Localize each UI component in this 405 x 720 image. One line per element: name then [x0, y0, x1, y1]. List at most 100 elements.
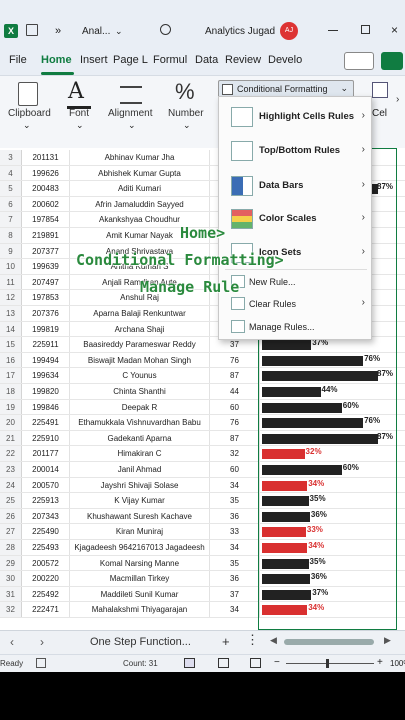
cell-id[interactable]: 225491: [22, 415, 70, 430]
row-header[interactable]: 21: [0, 430, 22, 446]
sheet-tab[interactable]: One Step Function...: [90, 636, 191, 648]
cell-score[interactable]: 44: [210, 384, 260, 399]
menu-clear-rules[interactable]: Clear Rules ›: [219, 293, 373, 315]
row-header[interactable]: 11: [0, 274, 22, 290]
cell-name[interactable]: Aditi Kumari: [70, 181, 210, 196]
menu-developer[interactable]: Develo: [268, 54, 302, 66]
page-break-view-icon[interactable]: [250, 658, 261, 668]
table-row[interactable]: 27 225490 Kiran Muniraj 33 33%: [0, 524, 405, 540]
cell-data-bar[interactable]: 87%: [260, 368, 397, 383]
cell-name[interactable]: Abhishek Kumar Gupta: [70, 165, 210, 181]
row-header[interactable]: 6: [0, 196, 22, 212]
zoom-slider-thumb[interactable]: [326, 659, 329, 668]
cell-data-bar[interactable]: 76%: [260, 415, 397, 430]
cell-id[interactable]: 201177: [22, 446, 70, 461]
menu-file[interactable]: File: [9, 54, 27, 66]
menu-home[interactable]: Home: [41, 54, 72, 66]
menu-page-layout[interactable]: Page L: [113, 54, 148, 66]
cell-data-bar[interactable]: 36%: [260, 508, 397, 524]
file-name[interactable]: Anal...: [82, 26, 110, 37]
minimize-icon[interactable]: [328, 30, 338, 31]
cells-icon[interactable]: [372, 82, 388, 98]
cell-score[interactable]: 34: [210, 540, 260, 555]
cell-id[interactable]: 199634: [22, 368, 70, 383]
table-row[interactable]: 31 225492 Maddileti Sunil Kumar 37 37%: [0, 586, 405, 603]
cell-name[interactable]: Janil Ahmad: [70, 462, 210, 477]
cell-id[interactable]: 225490: [22, 524, 70, 539]
cell-score[interactable]: 36: [210, 571, 260, 586]
share-icon[interactable]: [381, 52, 403, 70]
cell-id[interactable]: 219891: [22, 228, 70, 243]
cell-id[interactable]: 199639: [22, 259, 70, 274]
cell-name[interactable]: Afrin Jamaluddin Sayyed: [70, 196, 210, 212]
row-header[interactable]: 24: [0, 477, 22, 493]
avatar[interactable]: AJ: [280, 22, 298, 40]
cell-data-bar[interactable]: 35%: [260, 555, 397, 571]
cell-name[interactable]: Chinta Shanthi: [70, 384, 210, 399]
table-row[interactable]: 23 200014 Janil Ahmad 60 60%: [0, 462, 405, 478]
cell-score[interactable]: 33: [210, 524, 260, 539]
cell-score[interactable]: 76: [210, 415, 260, 430]
cell-id[interactable]: 200014: [22, 462, 70, 477]
cell-id[interactable]: 199494: [22, 352, 70, 368]
cell-score[interactable]: 35: [210, 493, 260, 508]
row-header[interactable]: 26: [0, 508, 22, 524]
row-header[interactable]: 10: [0, 259, 22, 274]
table-row[interactable]: 32 222471 Mahalakshmi Thiyagarajan 34 34%: [0, 602, 405, 618]
horizontal-scrollbar[interactable]: [284, 639, 374, 645]
cell-id[interactable]: 200483: [22, 181, 70, 196]
cell-id[interactable]: 222471: [22, 602, 70, 617]
cell-id[interactable]: 199846: [22, 399, 70, 415]
cell-name[interactable]: Aparna Balaji Renkuntwar: [70, 306, 210, 321]
cell-id[interactable]: 200572: [22, 555, 70, 571]
cell-score[interactable]: 87: [210, 430, 260, 446]
row-header[interactable]: 14: [0, 321, 22, 337]
cell-name[interactable]: Himakiran C: [70, 446, 210, 461]
cell-name[interactable]: Kiran Muniraj: [70, 524, 210, 539]
table-row[interactable]: 22 201177 Himakiran C 32 32%: [0, 446, 405, 462]
cell-name[interactable]: Macmillan Tirkey: [70, 571, 210, 586]
chevron-down-icon[interactable]: ⌄: [76, 120, 84, 131]
chevron-down-icon[interactable]: ⌄: [115, 26, 123, 37]
more-commands-icon[interactable]: »: [55, 25, 61, 37]
menu-insert[interactable]: Insert: [80, 54, 108, 66]
prev-sheet-icon[interactable]: ‹: [10, 635, 14, 649]
row-header[interactable]: 3: [0, 150, 22, 165]
table-row[interactable]: 21 225910 Gadekanti Aparna 87 87%: [0, 430, 405, 447]
table-row[interactable]: 19 199846 Deepak R 60 60%: [0, 399, 405, 416]
cell-name[interactable]: Jayshri Shivaji Solase: [70, 477, 210, 493]
group-number[interactable]: Number: [168, 108, 204, 119]
cell-score[interactable]: 34: [210, 602, 260, 617]
cell-id[interactable]: 225913: [22, 493, 70, 508]
row-header[interactable]: 4: [0, 165, 22, 181]
row-header[interactable]: 5: [0, 181, 22, 196]
group-font[interactable]: Font: [69, 108, 89, 119]
group-clipboard[interactable]: Clipboard: [8, 108, 51, 119]
cell-name[interactable]: Kjagadeesh 9642167013 Jagadeesh: [70, 540, 210, 555]
cell-data-bar[interactable]: 34%: [260, 477, 397, 493]
cell-data-bar[interactable]: 37%: [260, 586, 397, 602]
menu-review[interactable]: Review: [225, 54, 261, 66]
cell-data-bar[interactable]: 87%: [260, 430, 397, 446]
row-header[interactable]: 17: [0, 368, 22, 383]
comments-icon[interactable]: [344, 52, 374, 70]
menu-manage-rules[interactable]: Manage Rules...: [219, 316, 373, 338]
cell-name[interactable]: Ethamukkala Vishnuvardhan Babu: [70, 415, 210, 430]
font-icon[interactable]: A: [68, 79, 84, 104]
normal-view-icon[interactable]: [184, 658, 195, 668]
cell-name[interactable]: Archana Shaji: [70, 321, 210, 337]
row-header[interactable]: 16: [0, 352, 22, 368]
row-header[interactable]: 15: [0, 337, 22, 352]
row-header[interactable]: 25: [0, 493, 22, 508]
cell-id[interactable]: 207497: [22, 274, 70, 290]
cell-id[interactable]: 197853: [22, 290, 70, 305]
cell-name[interactable]: Mahalakshmi Thiyagarajan: [70, 602, 210, 617]
cell-score[interactable]: 36: [210, 508, 260, 524]
search-icon[interactable]: [160, 24, 171, 35]
cell-data-bar[interactable]: 60%: [260, 399, 397, 415]
cell-name[interactable]: Deepak R: [70, 399, 210, 415]
cell-data-bar[interactable]: 36%: [260, 571, 397, 586]
cell-id[interactable]: 225911: [22, 337, 70, 352]
cell-name[interactable]: Maddileti Sunil Kumar: [70, 586, 210, 602]
cell-id[interactable]: 199820: [22, 384, 70, 399]
